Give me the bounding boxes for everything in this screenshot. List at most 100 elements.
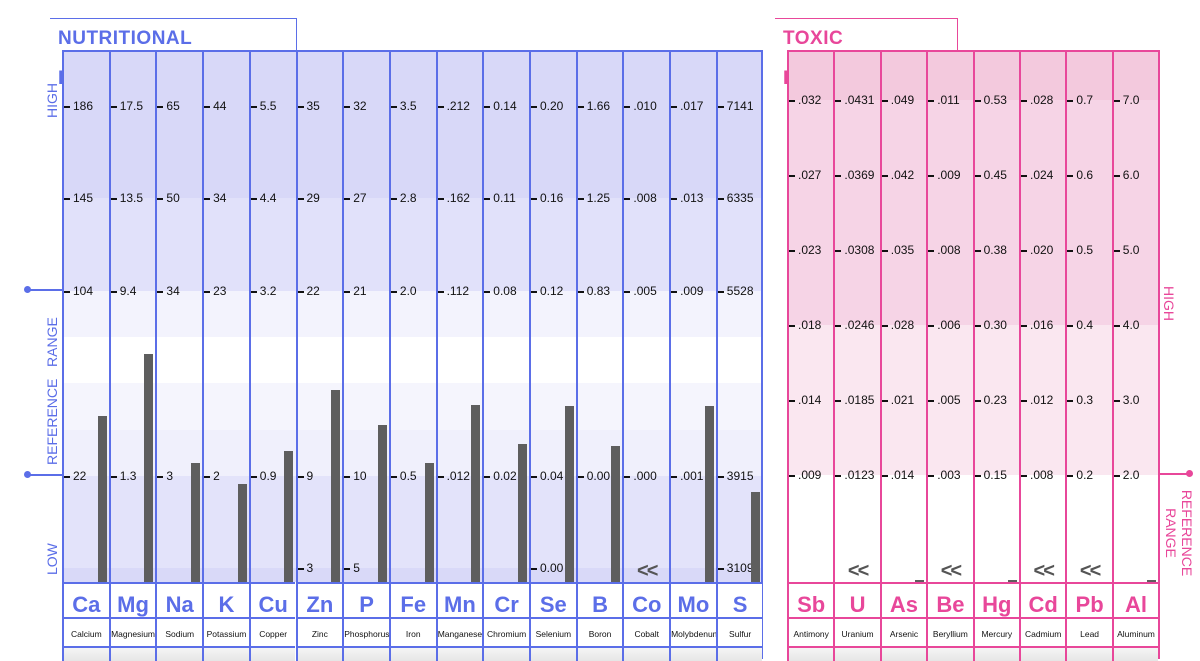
scale-tick-label: .162 xyxy=(438,191,470,205)
element-column-be: .011 .009 .008 .006 .005 .003 << Be Beryllium xyxy=(926,52,973,661)
nutritional-high-label: HIGH xyxy=(44,83,60,118)
scale-tick-label: 22 xyxy=(298,284,320,298)
scale-tick-label: 0.12 xyxy=(531,284,563,298)
element-column-pb: 0.7 0.6 0.5 0.4 0.3 0.2 << Pb Lead xyxy=(1065,52,1112,661)
scale-tick-label: .017 xyxy=(671,99,703,113)
element-symbol: Hg xyxy=(974,582,1019,619)
result-bar-cu xyxy=(284,451,294,582)
scale-tick-label: 9 xyxy=(298,469,314,483)
element-column-s: 7141 6335 5528 3915 3109 S Sulfur xyxy=(715,52,763,661)
scale-tick-label: 5528 xyxy=(718,284,754,298)
scale-tick-label: .035 xyxy=(882,243,914,257)
nutritional-low-label: LOW xyxy=(44,543,60,575)
element-column-p: 32 27 21 10 5 P Phosphorus xyxy=(342,52,389,661)
scale-tick-label: .016 xyxy=(1021,318,1053,332)
scale-tick-label: .0369 xyxy=(835,168,874,182)
scale-tick-label: 1.66 xyxy=(578,99,610,113)
result-bar-b xyxy=(611,445,621,582)
footer-cell xyxy=(1021,648,1066,661)
scale-tick-label: 3.0 xyxy=(1114,393,1140,407)
scale-tick-label: 0.20 xyxy=(531,99,563,113)
footer-cell xyxy=(881,648,927,661)
scale-tick-label: 17.5 xyxy=(111,99,143,113)
element-symbol: Mo xyxy=(671,582,716,619)
element-name: Mercury xyxy=(974,619,1019,648)
scale-tick-label: 0.15 xyxy=(975,468,1007,482)
element-column-cd: .028 .024 .020 .016 .012 .008 << Cd Cadmium xyxy=(1019,52,1066,661)
footer-cell xyxy=(110,648,156,661)
scale-tick-label: 2.0 xyxy=(1114,468,1140,482)
footer-cell xyxy=(390,648,436,661)
footer-cell xyxy=(531,648,576,661)
result-bar-na xyxy=(191,462,201,582)
scale-tick-label: 0.08 xyxy=(484,284,516,298)
scale-tick-label: 9.4 xyxy=(111,284,137,298)
scale-tick-label: .013 xyxy=(671,191,703,205)
element-column-co: .010 .008 .005 .000 << Co Cobalt xyxy=(622,52,670,661)
element-name: Chromium xyxy=(484,619,529,648)
result-bar-cr xyxy=(517,444,527,582)
footer-cell xyxy=(835,648,880,661)
result-bar-fe xyxy=(424,462,434,582)
element-name: Molybdenum xyxy=(671,619,716,648)
element-symbol: Se xyxy=(531,582,576,619)
element-symbol: As xyxy=(881,582,927,619)
element-symbol: Mg xyxy=(110,582,156,619)
scale-tick-label: 50 xyxy=(157,191,179,205)
scale-tick-label: 0.16 xyxy=(531,191,563,205)
scale-tick-label: 29 xyxy=(298,191,320,205)
element-name: Antimony xyxy=(789,619,834,648)
footer-cell xyxy=(344,648,389,661)
scale-tick-label: .042 xyxy=(882,168,914,182)
element-symbol: Fe xyxy=(390,582,436,619)
element-column-mn: .212 .162 .112 .012 Mn Manganese xyxy=(435,52,483,661)
element-symbol: Pb xyxy=(1067,582,1112,619)
element-column-as: .049 .042 .035 .028 .021 .014 As Arsenic xyxy=(879,52,927,661)
element-name: Phosphorus xyxy=(344,619,389,648)
result-bar-se xyxy=(564,406,574,582)
nutritional-reference-range-label: REFERENCE RANGE xyxy=(44,317,60,465)
element-symbol: Sb xyxy=(789,582,834,619)
scale-tick-label: .003 xyxy=(928,468,960,482)
scale-tick-label: 10 xyxy=(344,469,366,483)
footer-cell xyxy=(484,648,529,661)
scale-tick-label: .0123 xyxy=(835,468,874,482)
element-column-al: 7.0 6.0 5.0 4.0 3.0 2.0 Al Aluminum xyxy=(1111,52,1159,661)
element-name: Copper xyxy=(250,619,296,648)
scale-tick-label: .005 xyxy=(928,393,960,407)
footer-cell xyxy=(250,648,296,661)
element-symbol: Be xyxy=(928,582,973,619)
element-column-sb: .032 .027 .023 .018 .014 .009 Sb Antimony xyxy=(787,52,834,661)
element-column-ca: 186 145 104 22 Ca Calcium xyxy=(62,52,109,661)
result-bar-s xyxy=(751,491,761,582)
reference-bottom-marker xyxy=(28,474,62,476)
scale-tick-label: 3109 xyxy=(718,561,754,575)
scale-tick-label: 23 xyxy=(204,284,226,298)
element-symbol: Ca xyxy=(64,582,109,619)
element-name: Cadmium xyxy=(1021,619,1066,648)
footer-cell xyxy=(717,648,763,661)
element-column-se: 0.20 0.16 0.12 0.04 0.00 Se Selenium xyxy=(529,52,576,661)
scale-tick-label: .049 xyxy=(882,93,914,107)
scale-tick-label: 0.30 xyxy=(975,318,1007,332)
footer-cell xyxy=(204,648,249,661)
toxic-reference-range-label: REFERENCE RANGE xyxy=(1163,489,1195,577)
element-name: Calcium xyxy=(64,619,109,648)
element-column-hg: 0.53 0.45 0.38 0.30 0.23 0.15 Hg Mercury xyxy=(972,52,1019,661)
scale-tick-label: 0.04 xyxy=(531,469,563,483)
result-bar-ca xyxy=(97,416,107,582)
footer-cell xyxy=(157,648,203,661)
reference-bottom-dot xyxy=(24,471,31,478)
scale-tick-label: .001 xyxy=(671,469,703,483)
scale-tick-label: 0.5 xyxy=(391,469,417,483)
element-symbol: Mn xyxy=(437,582,483,619)
scale-tick-label: 0.45 xyxy=(975,168,1007,182)
scale-tick-label: 0.7 xyxy=(1067,93,1093,107)
below-range-indicator: << xyxy=(637,560,658,582)
element-column-cu: 5.5 4.4 3.2 0.9 Cu Copper xyxy=(248,52,296,661)
reference-top-dot xyxy=(24,286,31,293)
element-name: Iron xyxy=(390,619,436,648)
result-bar-mg xyxy=(144,354,154,582)
toxic-panel: .032 .027 .023 .018 .014 .009 Sb Antimony .0431.… xyxy=(787,50,1160,661)
scale-tick-label: .028 xyxy=(1021,93,1053,107)
